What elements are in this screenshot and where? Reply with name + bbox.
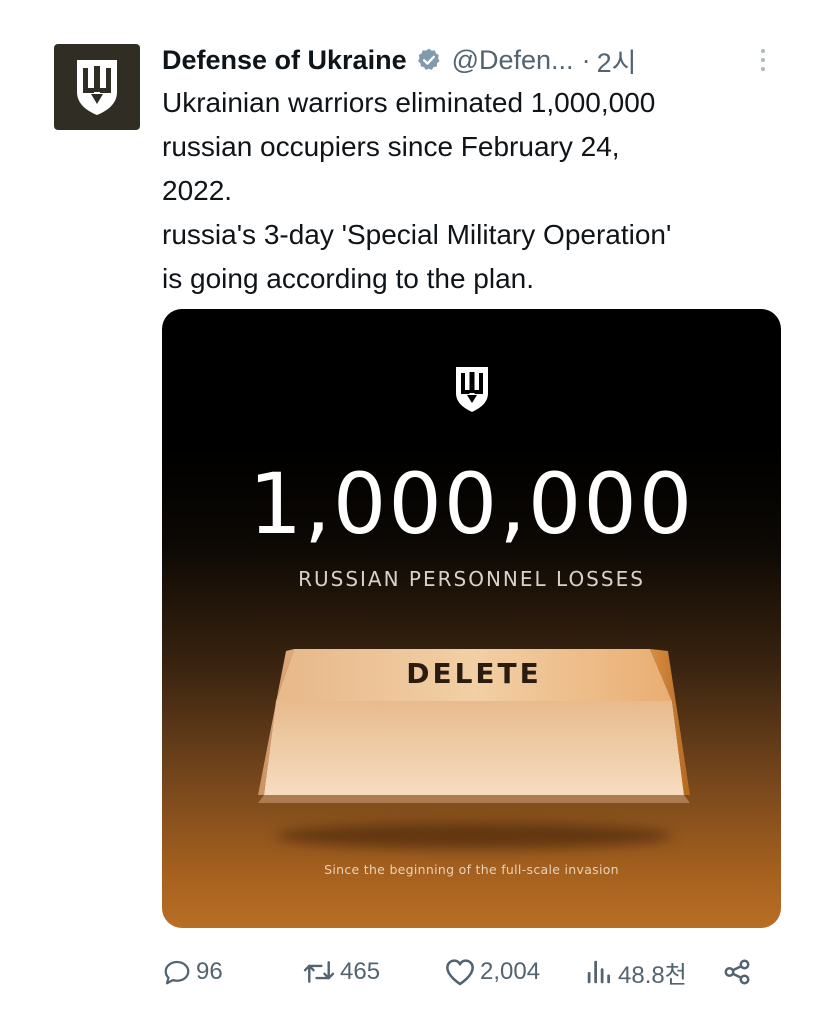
views-count: 48.8천 xyxy=(618,961,687,989)
losses-number: 1,000,000 xyxy=(248,455,695,553)
tweet-text-line: russia's 3-day 'Special Military Operati… xyxy=(162,219,672,250)
tweet-text-line: russian occupiers since February 24, xyxy=(162,131,620,162)
reply-button[interactable]: 96 xyxy=(162,950,223,994)
avatar[interactable] xyxy=(54,44,140,130)
tweet-text-line: Ukrainian warriors eliminated 1,000,000 xyxy=(162,87,656,118)
delete-key-graphic: DELETE xyxy=(258,645,690,849)
more-options-icon[interactable] xyxy=(751,44,775,76)
heart-icon xyxy=(446,959,474,986)
post-time[interactable]: 2시 xyxy=(597,41,637,80)
repost-icon xyxy=(303,961,335,983)
like-button[interactable]: 2,004 xyxy=(444,950,540,994)
trident-shield-icon xyxy=(455,367,488,412)
losses-subtitle: RUSSIAN PERSONNEL LOSSES xyxy=(298,567,645,591)
ukraine-trident-icon xyxy=(77,60,117,115)
author-handle[interactable]: @Defen... xyxy=(452,45,574,76)
tweet[interactable]: Defense of Ukraine @Defen... · 2시 Ukrain… xyxy=(0,0,835,1034)
like-count: 2,004 xyxy=(480,958,541,985)
share-icon xyxy=(724,959,750,985)
verified-badge-icon xyxy=(416,47,442,73)
tweet-text-line: is going according to the plan. xyxy=(162,263,535,294)
tweet-text-line: 2022. xyxy=(162,175,233,206)
share-button[interactable] xyxy=(722,950,752,994)
views-bar-chart-icon xyxy=(587,960,610,984)
tweet-header: Defense of Ukraine @Defen... · 2시 xyxy=(162,40,775,80)
repost-button[interactable]: 465 xyxy=(302,950,380,994)
display-name[interactable]: Defense of Ukraine xyxy=(162,45,407,76)
views-button[interactable]: 48.8천 xyxy=(584,950,687,994)
media-image[interactable]: 1,000,000 RUSSIAN PERSONNEL LOSSES DELET… xyxy=(162,309,781,928)
media-caption: Since the beginning of the full-scale in… xyxy=(324,862,619,877)
reply-count: 96 xyxy=(196,958,223,985)
tweet-text: Ukrainian warriors eliminated 1,000,000 … xyxy=(162,81,802,301)
delete-key-label: DELETE xyxy=(406,657,542,690)
action-bar: 96 465 2,004 48.8천 xyxy=(162,950,762,994)
reply-icon xyxy=(164,960,190,985)
repost-count: 465 xyxy=(340,958,381,985)
separator-dot: · xyxy=(581,44,591,75)
